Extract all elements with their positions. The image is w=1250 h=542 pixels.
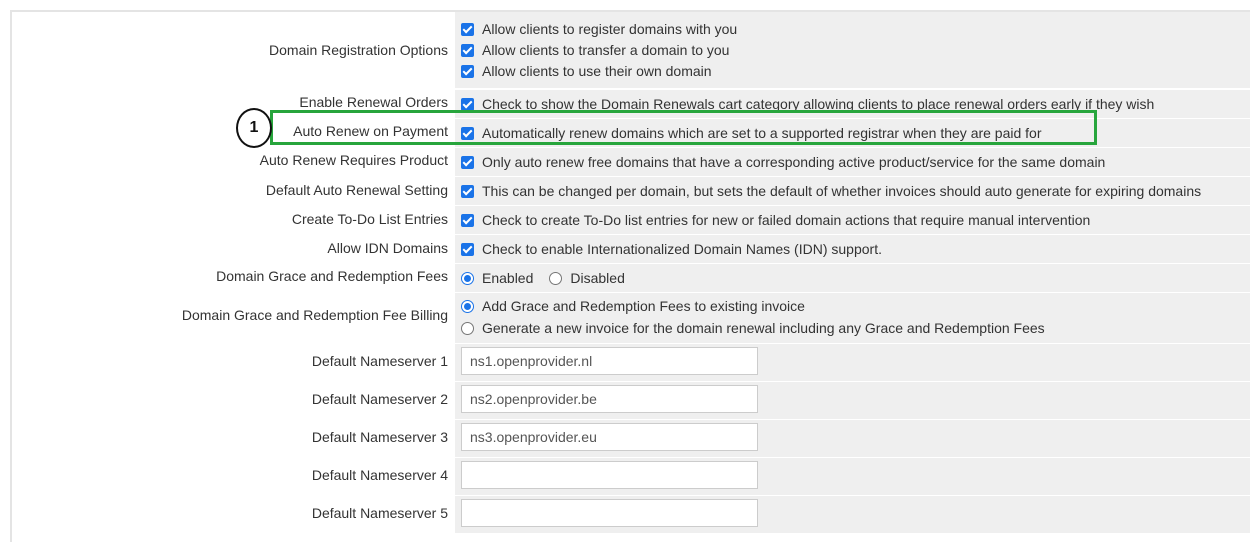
default-auto-renewal-setting-checkbox[interactable]: This can be changed per domain, but sets… xyxy=(461,181,1201,201)
allow-idn-domains-label: Allow IDN Domains xyxy=(327,240,448,256)
default-nameserver-2-label: Default Nameserver 2 xyxy=(311,391,448,407)
radio-new-invoice[interactable] xyxy=(461,321,474,335)
default-auto-renewal-setting-text: This can be changed per domain, but sets… xyxy=(482,183,1202,199)
default-nameserver-1-input[interactable]: ns1.openprovider.nl xyxy=(461,347,758,375)
grace-redemption-fees-value: Enabled Disabled xyxy=(455,264,1250,292)
domain-registration-options-values: Allow clients to register domains with y… xyxy=(455,12,1250,88)
row-default-nameserver-1: Default Nameserver 1 ns1.openprovider.nl xyxy=(12,344,1250,381)
row-create-todo-entries: Create To-Do List Entries Check to creat… xyxy=(12,206,1250,234)
default-auto-renewal-setting-label: Default Auto Renewal Setting xyxy=(265,182,448,198)
create-todo-entries-checkbox[interactable]: Check to create To-Do list entries for n… xyxy=(461,210,1090,230)
checkbox-checked-icon[interactable] xyxy=(461,184,474,198)
default-nameserver-2-cell: ns2.openprovider.be xyxy=(455,382,1250,419)
option-register-label: Allow clients to register domains with y… xyxy=(482,21,738,37)
radio-enabled-label: Enabled xyxy=(482,270,534,286)
default-nameserver-5-input[interactable] xyxy=(461,499,758,527)
default-nameserver-5-label: Default Nameserver 5 xyxy=(311,505,448,521)
row-default-nameserver-5: Default Nameserver 5 xyxy=(12,496,1250,533)
row-grace-redemption-fees: Domain Grace and Redemption Fees Enabled… xyxy=(12,264,1250,292)
auto-renew-requires-product-checkbox[interactable]: Only auto renew free domains that have a… xyxy=(461,152,1105,172)
checkbox-checked-icon[interactable] xyxy=(461,155,474,169)
grace-fees-radio-group: Enabled Disabled xyxy=(461,268,625,288)
default-nameserver-3-cell: ns3.openprovider.eu xyxy=(455,420,1250,457)
default-nameserver-3-input[interactable]: ns3.openprovider.eu xyxy=(461,423,758,451)
auto-renew-requires-product-value: Only auto renew free domains that have a… xyxy=(455,148,1250,176)
checkbox-checked-icon[interactable] xyxy=(461,242,474,256)
default-nameserver-4-input[interactable] xyxy=(461,461,758,489)
option-transfer-domain[interactable]: Allow clients to transfer a domain to yo… xyxy=(461,40,729,60)
option-transfer-label: Allow clients to transfer a domain to yo… xyxy=(482,42,730,58)
row-default-nameserver-4: Default Nameserver 4 xyxy=(12,458,1250,495)
default-nameserver-2-input[interactable]: ns2.openprovider.be xyxy=(461,385,758,413)
row-domain-registration-options: Domain Registration Options Allow client… xyxy=(12,12,1250,88)
row-allow-idn-domains: Allow IDN Domains Check to enable Intern… xyxy=(12,235,1250,263)
default-nameserver-4-label: Default Nameserver 4 xyxy=(311,467,448,483)
grace-redemption-billing-label: Domain Grace and Redemption Fee Billing xyxy=(181,307,448,323)
checkbox-checked-icon[interactable] xyxy=(461,97,474,111)
checkbox-checked-icon[interactable] xyxy=(461,213,474,227)
billing-option-new-invoice[interactable]: Generate a new invoice for the domain re… xyxy=(461,318,1045,338)
default-nameserver-1-cell: ns1.openprovider.nl xyxy=(455,344,1250,381)
billing-option-existing-invoice[interactable]: Add Grace and Redemption Fees to existin… xyxy=(461,296,805,316)
radio-disabled[interactable] xyxy=(549,271,563,285)
option-own-domain[interactable]: Allow clients to use their own domain xyxy=(461,61,712,81)
default-nameserver-4-cell xyxy=(455,458,1250,495)
domain-registration-options-label: Domain Registration Options xyxy=(269,42,448,58)
checkbox-checked-icon[interactable] xyxy=(461,64,474,78)
create-todo-entries-text: Check to create To-Do list entries for n… xyxy=(482,212,1091,228)
default-nameserver-5-cell xyxy=(455,496,1250,533)
auto-renew-requires-product-text: Only auto renew free domains that have a… xyxy=(482,154,1106,170)
create-todo-entries-value: Check to create To-Do list entries for n… xyxy=(455,206,1250,234)
default-nameserver-1-label: Default Nameserver 1 xyxy=(311,353,448,369)
billing-existing-invoice-label: Add Grace and Redemption Fees to existin… xyxy=(482,298,805,314)
radio-disabled-label: Disabled xyxy=(570,270,625,286)
allow-idn-domains-text: Check to enable Internationalized Domain… xyxy=(482,241,882,257)
option-register-domains[interactable]: Allow clients to register domains with y… xyxy=(461,19,737,39)
allow-idn-domains-checkbox[interactable]: Check to enable Internationalized Domain… xyxy=(461,239,882,259)
radio-enabled[interactable] xyxy=(461,271,474,285)
row-grace-redemption-billing: Domain Grace and Redemption Fee Billing … xyxy=(12,293,1250,343)
billing-new-invoice-label: Generate a new invoice for the domain re… xyxy=(482,320,1045,336)
auto-renew-requires-product-label: Auto Renew Requires Product xyxy=(259,152,448,168)
option-own-domain-label: Allow clients to use their own domain xyxy=(482,63,712,79)
default-nameserver-3-label: Default Nameserver 3 xyxy=(311,429,448,445)
grace-redemption-billing-value: Add Grace and Redemption Fees to existin… xyxy=(455,293,1250,343)
allow-idn-domains-value: Check to enable Internationalized Domain… xyxy=(455,235,1250,263)
checkbox-checked-icon[interactable] xyxy=(461,22,474,36)
grace-redemption-fees-label: Domain Grace and Redemption Fees xyxy=(216,268,448,284)
step-number-badge: 1 xyxy=(236,108,272,148)
row-auto-renew-requires-product: Auto Renew Requires Product Only auto re… xyxy=(12,148,1250,176)
row-default-auto-renewal-setting: Default Auto Renewal Setting This can be… xyxy=(12,177,1250,205)
create-todo-entries-label: Create To-Do List Entries xyxy=(291,211,448,227)
radio-existing-invoice[interactable] xyxy=(461,299,474,313)
enable-renewal-orders-label: Enable Renewal Orders xyxy=(299,94,448,110)
row-default-nameserver-2: Default Nameserver 2 ns2.openprovider.be xyxy=(12,382,1250,419)
row-default-nameserver-3: Default Nameserver 3 ns3.openprovider.eu xyxy=(12,420,1250,457)
domain-settings-panel: Domain Registration Options Allow client… xyxy=(10,10,1250,542)
default-auto-renewal-setting-value: This can be changed per domain, but sets… xyxy=(455,177,1250,205)
checkbox-checked-icon[interactable] xyxy=(461,43,474,57)
highlight-box xyxy=(270,110,1097,145)
